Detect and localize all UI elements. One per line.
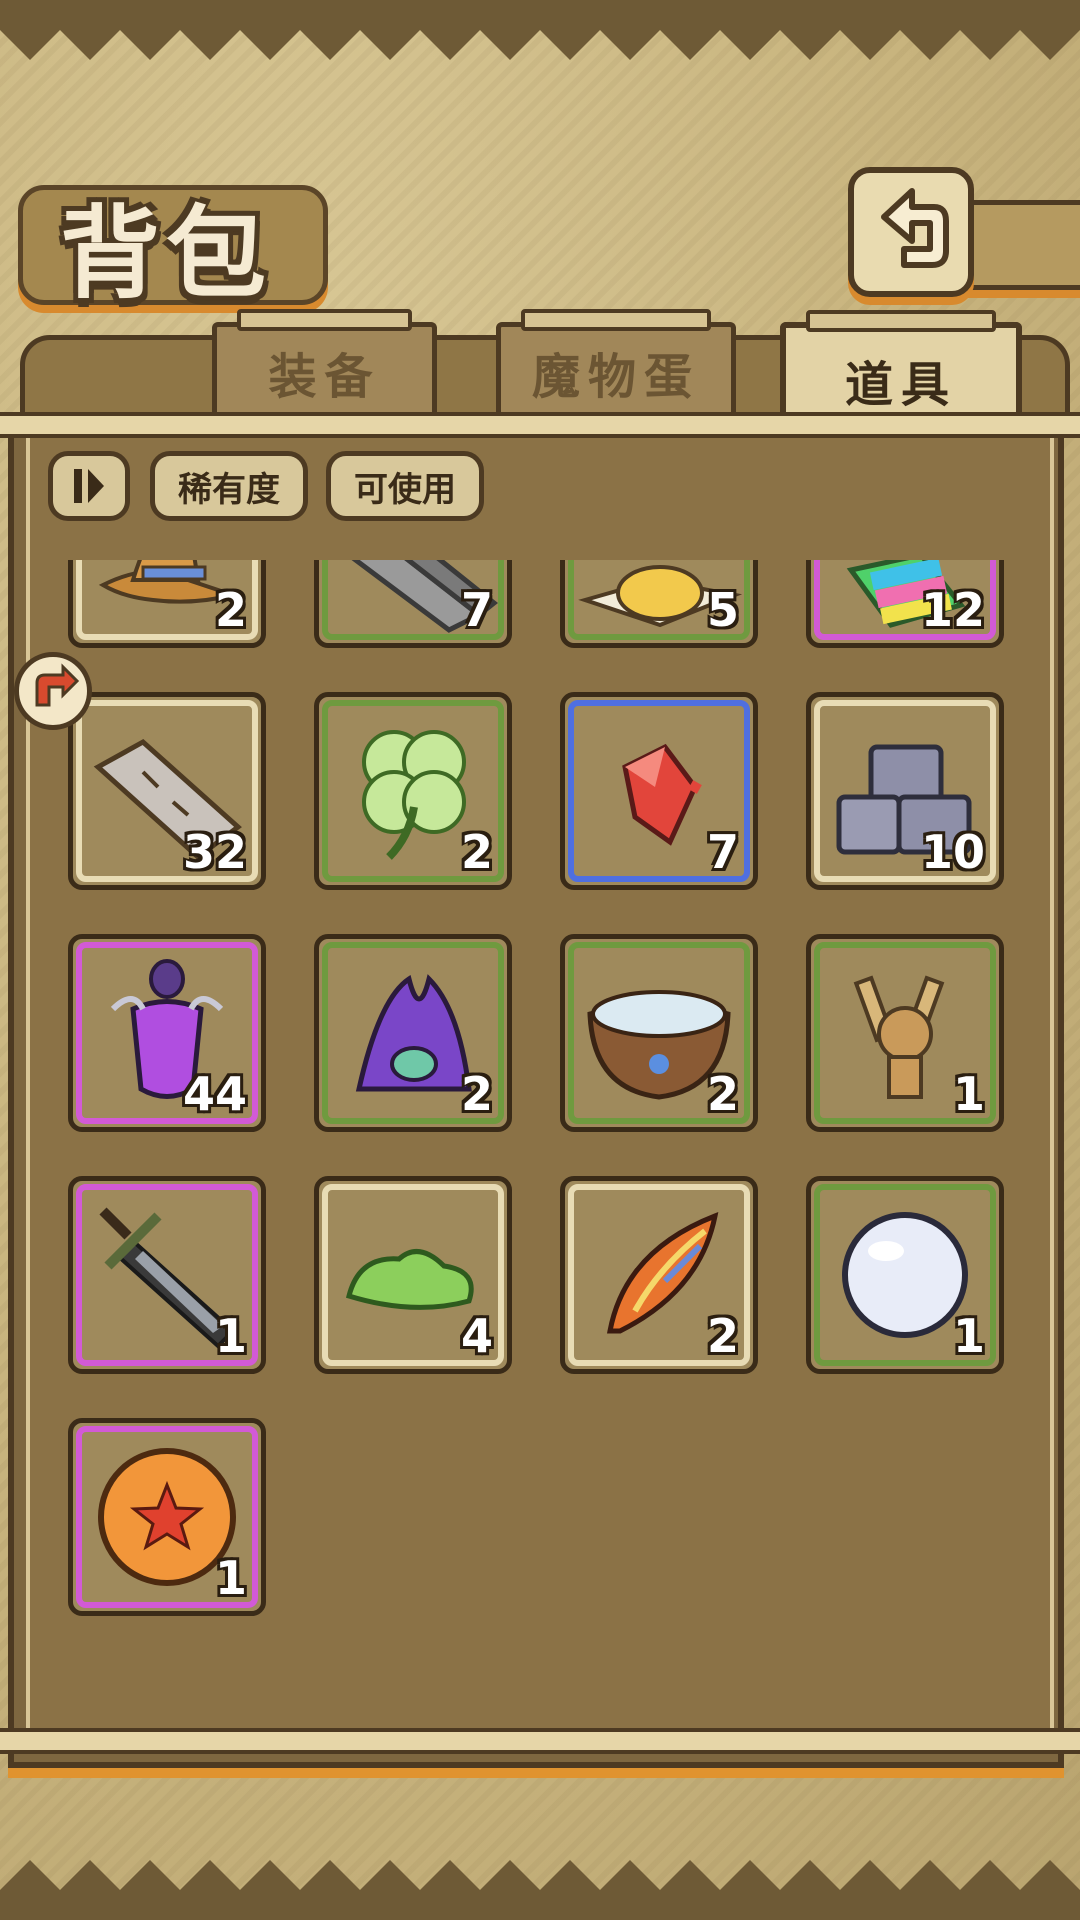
tab-cap — [521, 309, 711, 331]
item-quantity: 7 — [460, 583, 493, 637]
item-slot-stone-bricks[interactable]: 10 — [806, 692, 1004, 890]
item-quantity: 5 — [706, 583, 739, 637]
item-slot-dark-sword[interactable]: 1 — [68, 1176, 266, 1374]
item-slot-star-orb[interactable]: 1 — [68, 1418, 266, 1616]
item-quantity: 32 — [182, 825, 247, 879]
panel-top-rail — [0, 412, 1080, 438]
item-slot-rainbow-block[interactable]: 12 — [806, 560, 1004, 648]
tab-cap — [806, 310, 996, 332]
item-quantity: 2 — [706, 1309, 739, 1363]
item-slot-stone-pillar[interactable]: 32 — [68, 692, 266, 890]
page-title: 背包 — [60, 195, 272, 312]
back-arrow-icon — [881, 188, 949, 268]
item-slot-green-slime[interactable]: 4 — [314, 1176, 512, 1374]
tab-monster-eggs[interactable]: 魔物蛋 — [496, 309, 736, 417]
tab-equipment[interactable]: 装备 — [212, 309, 437, 417]
usable-filter-label: 可使用 — [354, 469, 456, 510]
item-quantity: 1 — [952, 1309, 985, 1363]
item-slot-four-leaf-clover[interactable]: 2 — [314, 692, 512, 890]
tab-label: 魔物蛋 — [531, 349, 700, 405]
tab-label: 装备 — [268, 349, 381, 405]
item-quantity: 4 — [460, 1309, 493, 1363]
item-quantity: 2 — [460, 825, 493, 879]
item-quantity: 12 — [920, 583, 985, 637]
item-quantity: 2 — [706, 1067, 739, 1121]
sort-toggle-icon — [74, 469, 104, 503]
zigzag-border-top — [0, 0, 1080, 60]
item-slot-fire-feather[interactable]: 2 — [560, 1176, 758, 1374]
side-expand-button[interactable] — [14, 652, 92, 730]
item-quantity: 10 — [920, 825, 985, 879]
tab-cap — [237, 309, 412, 331]
item-slot-water-bowl[interactable]: 2 — [560, 934, 758, 1132]
item-quantity: 1 — [952, 1067, 985, 1121]
item-slot-wizard-hat[interactable]: 2 — [68, 560, 266, 648]
usable-filter-button[interactable]: 可使用 — [326, 451, 484, 521]
item-slot-purple-potion-vase[interactable]: 44 — [68, 934, 266, 1132]
expand-arrow-icon — [35, 663, 80, 707]
item-slot-white-pearl[interactable]: 1 — [806, 1176, 1004, 1374]
item-slot-purple-tentacle-monster[interactable]: 2 — [314, 934, 512, 1132]
item-quantity: 44 — [182, 1067, 247, 1121]
item-quantity: 1 — [214, 1551, 247, 1605]
item-quantity: 2 — [214, 583, 247, 637]
zigzag-border-bottom — [0, 1860, 1080, 1920]
item-quantity: 7 — [706, 825, 739, 879]
item-slot-red-crystal[interactable]: 7 — [560, 692, 758, 890]
item-quantity: 1 — [214, 1309, 247, 1363]
header-rail — [960, 200, 1080, 290]
item-quantity: 2 — [460, 1067, 493, 1121]
back-button[interactable] — [848, 167, 974, 297]
tab-label: 道具 — [844, 357, 957, 413]
item-grid[interactable]: 2 7 5 12 32 2 7 10 44 2 2 1 1 4 2 1 1 — [40, 560, 1040, 1710]
item-slot-iron-bar[interactable]: 7 — [314, 560, 512, 648]
item-slot-voodoo-doll[interactable]: 1 — [806, 934, 1004, 1132]
sort-toggle-button[interactable] — [48, 451, 130, 521]
panel-bottom-rail — [0, 1728, 1080, 1754]
rarity-filter-label: 稀有度 — [178, 469, 280, 510]
rarity-filter-button[interactable]: 稀有度 — [150, 451, 308, 521]
item-slot-golden-powder[interactable]: 5 — [560, 560, 758, 648]
